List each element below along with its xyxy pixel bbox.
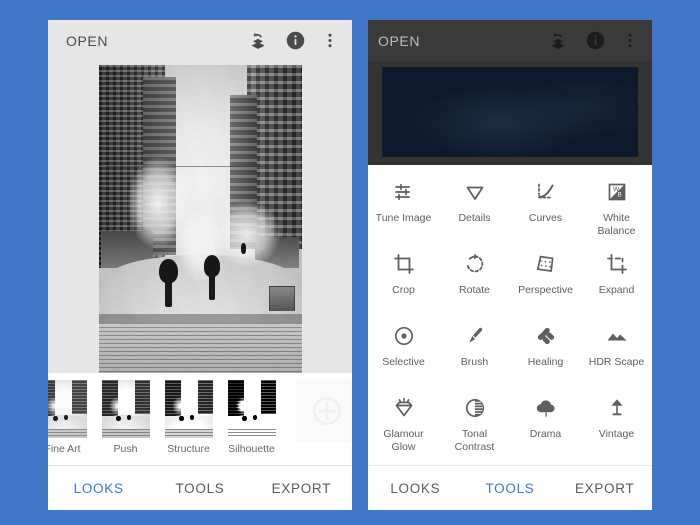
tool-label: HDR Scape bbox=[588, 356, 645, 368]
tool-vintage[interactable]: Vintage bbox=[581, 395, 652, 465]
tool-label: Tune Image bbox=[375, 212, 432, 224]
tool-label: Vintage bbox=[598, 428, 635, 440]
tool-label: Glamour Glow bbox=[383, 428, 424, 453]
tools-grid: Tune Image Details Curves W B White Bala… bbox=[368, 165, 652, 465]
tool-details[interactable]: Details bbox=[439, 179, 510, 251]
look-label: Fine Art bbox=[48, 443, 81, 455]
tool-healing[interactable]: Healing bbox=[510, 323, 581, 395]
tool-label: White Balance bbox=[597, 212, 636, 237]
tool-label: Drama bbox=[529, 428, 562, 440]
photo-stage[interactable] bbox=[48, 61, 352, 373]
look-item[interactable]: Fine Art bbox=[48, 380, 91, 455]
expand-icon bbox=[605, 251, 629, 277]
info-icon[interactable] bbox=[285, 30, 306, 51]
tool-label: Details bbox=[458, 212, 491, 224]
perspective-icon bbox=[534, 251, 558, 277]
info-icon[interactable] bbox=[585, 30, 606, 51]
tools-phone-panel: OPEN Tune Image Details Curves W B White… bbox=[368, 20, 652, 510]
look-thumbnail[interactable] bbox=[164, 380, 213, 438]
vintage-icon bbox=[605, 395, 629, 421]
selective-icon bbox=[392, 323, 416, 349]
tools-appbar-actions bbox=[547, 30, 638, 52]
tool-tune-image[interactable]: Tune Image bbox=[368, 179, 439, 251]
look-item[interactable]: Silhouette bbox=[223, 380, 280, 455]
look-thumbnail[interactable] bbox=[48, 380, 87, 438]
svg-text:B: B bbox=[617, 192, 621, 198]
nav-tab-tools[interactable]: TOOLS bbox=[149, 481, 250, 496]
look-thumbnail[interactable] bbox=[227, 380, 276, 438]
looks-appbar: OPEN bbox=[48, 20, 352, 61]
main-photo-dimmed[interactable] bbox=[382, 67, 638, 157]
dimmed-photo-stage[interactable] bbox=[368, 61, 652, 165]
look-item[interactable]: Structure bbox=[160, 380, 217, 455]
tools-bottom-nav: LOOKS TOOLS EXPORT bbox=[368, 465, 652, 510]
look-label: Silhouette bbox=[228, 443, 275, 455]
tool-glamour-glow[interactable]: Glamour Glow bbox=[368, 395, 439, 465]
open-button[interactable]: OPEN bbox=[378, 33, 547, 49]
look-label: Push bbox=[113, 443, 138, 455]
tonal-contrast-icon bbox=[463, 395, 487, 421]
look-placeholder-icon bbox=[312, 396, 342, 426]
stack-undo-icon[interactable] bbox=[547, 30, 569, 52]
details-icon bbox=[463, 179, 487, 205]
tool-label: Perspective bbox=[518, 284, 573, 296]
tool-crop[interactable]: Crop bbox=[368, 251, 439, 323]
hdr-scape-icon bbox=[605, 323, 629, 349]
tool-curves[interactable]: Curves bbox=[510, 179, 581, 251]
tool-brush[interactable]: Brush bbox=[439, 323, 510, 395]
tool-tonal-contrast[interactable]: Tonal Contrast bbox=[439, 395, 510, 465]
tool-label: Expand bbox=[598, 284, 635, 296]
tool-perspective[interactable]: Perspective bbox=[510, 251, 581, 323]
brush-icon bbox=[463, 323, 487, 349]
main-photo[interactable] bbox=[98, 64, 302, 373]
looks-phone-panel: OPEN Fine Art Push Structure Silhouette … bbox=[48, 20, 352, 510]
tool-label: Healing bbox=[527, 356, 564, 368]
stack-undo-icon[interactable] bbox=[247, 30, 269, 52]
nav-tab-looks[interactable]: LOOKS bbox=[368, 481, 463, 496]
tool-hdr-scape[interactable]: HDR Scape bbox=[581, 323, 652, 395]
overflow-menu-icon[interactable] bbox=[622, 30, 638, 51]
tool-label: Brush bbox=[460, 356, 489, 368]
tool-label: Rotate bbox=[459, 284, 490, 296]
tool-drama[interactable]: Drama bbox=[510, 395, 581, 465]
looks-bottom-nav: LOOKS TOOLS EXPORT bbox=[48, 465, 352, 510]
overflow-menu-icon[interactable] bbox=[322, 30, 338, 51]
tool-label: Curves bbox=[528, 212, 563, 224]
tool-label: Crop bbox=[392, 284, 415, 296]
glamour-glow-icon bbox=[392, 395, 416, 421]
tool-label: Selective bbox=[382, 356, 425, 368]
tool-label: Tonal Contrast bbox=[454, 428, 495, 453]
crop-icon bbox=[392, 251, 416, 277]
open-button[interactable]: OPEN bbox=[66, 33, 247, 49]
add-look-placeholder[interactable] bbox=[296, 380, 352, 442]
rotate-icon bbox=[463, 251, 487, 277]
tune-image-icon bbox=[392, 179, 416, 205]
looks-appbar-actions bbox=[247, 30, 338, 52]
look-item[interactable]: Push bbox=[97, 380, 154, 455]
tool-expand[interactable]: Expand bbox=[581, 251, 652, 323]
tool-rotate[interactable]: Rotate bbox=[439, 251, 510, 323]
tool-white-balance[interactable]: W B White Balance bbox=[581, 179, 652, 251]
curves-icon bbox=[534, 179, 558, 205]
nav-tab-export[interactable]: EXPORT bbox=[251, 481, 352, 496]
nav-tab-export[interactable]: EXPORT bbox=[557, 481, 652, 496]
looks-filmstrip[interactable]: Fine Art Push Structure Silhouette bbox=[48, 373, 352, 465]
drama-icon bbox=[534, 395, 558, 421]
look-thumbnail[interactable] bbox=[101, 380, 150, 438]
look-label: Structure bbox=[167, 443, 210, 455]
tool-selective[interactable]: Selective bbox=[368, 323, 439, 395]
nav-tab-looks[interactable]: LOOKS bbox=[48, 481, 149, 496]
nav-tab-tools[interactable]: TOOLS bbox=[463, 481, 558, 496]
tools-appbar: OPEN bbox=[368, 20, 652, 61]
healing-icon bbox=[534, 323, 558, 349]
white-balance-icon: W B bbox=[605, 179, 629, 205]
